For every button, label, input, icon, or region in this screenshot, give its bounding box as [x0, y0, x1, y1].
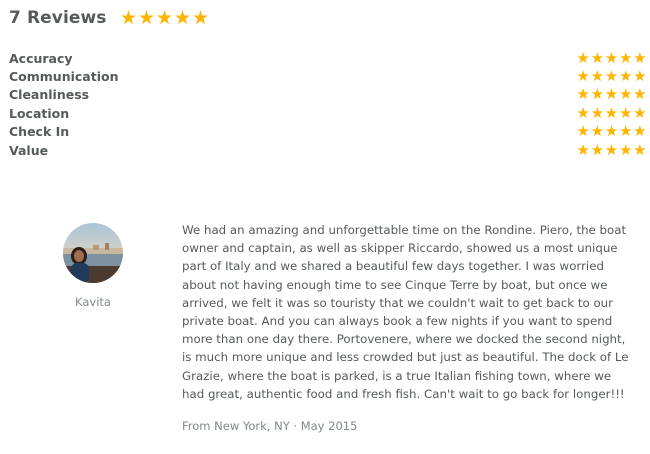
star-icon: ★: [618, 140, 633, 159]
star-icon: ★: [576, 85, 590, 104]
category-row-accuracy: Accuracy ★ ★ ★ ★ ★: [9, 49, 647, 67]
star-icon: ★: [138, 6, 156, 29]
star-icon: ★: [633, 103, 647, 122]
star-icon: ★: [618, 103, 633, 122]
avatar[interactable]: [63, 223, 123, 283]
category-label: Accuracy: [9, 50, 73, 66]
star-icon: ★: [156, 6, 174, 29]
star-icon: ★: [120, 6, 138, 29]
avatar-photo: [63, 223, 123, 283]
category-label: Communication: [9, 69, 119, 85]
star-icon: ★: [604, 85, 619, 104]
category-row-check-in: Check In ★ ★ ★ ★ ★: [9, 123, 647, 141]
star-icon: ★: [633, 48, 647, 67]
category-label: Cleanliness: [9, 87, 90, 103]
star-icon: ★: [633, 85, 647, 104]
category-rating-stars: ★ ★ ★ ★ ★: [576, 48, 647, 67]
category-rating-stars: ★ ★ ★ ★ ★: [576, 103, 647, 122]
star-icon: ★: [633, 67, 647, 86]
category-rating-stars: ★ ★ ★ ★ ★: [576, 124, 647, 139]
category-label: Check In: [9, 124, 70, 140]
category-rating-stars: ★ ★ ★ ★ ★: [576, 140, 647, 159]
star-icon: ★: [604, 67, 619, 86]
star-icon: ★: [604, 48, 619, 67]
overall-rating-stars: ★ ★ ★ ★ ★: [120, 6, 210, 29]
star-icon: ★: [576, 140, 590, 159]
review-item: Kavita We had an amazing and unforgettab…: [0, 220, 650, 450]
star-icon: ★: [174, 6, 192, 29]
category-row-location: Location ★ ★ ★ ★ ★: [9, 104, 647, 122]
star-icon: ★: [604, 140, 619, 159]
reviews-count-title: 7 Reviews: [9, 8, 107, 28]
review-text: We had an amazing and unforgettable time…: [182, 223, 629, 401]
star-icon: ★: [618, 85, 633, 104]
category-row-communication: Communication ★ ★ ★ ★ ★: [9, 67, 647, 85]
star-icon: ★: [618, 48, 633, 67]
star-icon: ★: [618, 67, 633, 86]
star-icon: ★: [590, 85, 605, 104]
star-icon: ★: [590, 67, 605, 86]
category-ratings: Accuracy ★ ★ ★ ★ ★ Communication ★ ★ ★ ★ ★ Clean…: [9, 49, 647, 159]
star-icon: ★: [604, 103, 619, 122]
category-rating-stars: ★ ★ ★ ★ ★: [576, 69, 647, 84]
star-icon: ★: [590, 103, 605, 122]
star-icon: ★: [604, 122, 619, 141]
reviewer-name[interactable]: Kavita: [63, 295, 123, 309]
category-row-value: Value ★ ★ ★ ★ ★: [9, 141, 647, 159]
category-label: Value: [9, 142, 49, 158]
star-icon: ★: [576, 103, 590, 122]
star-icon: ★: [576, 67, 590, 86]
category-rating-stars: ★ ★ ★ ★ ★: [576, 87, 647, 102]
category-label: Location: [9, 105, 70, 121]
star-icon: ★: [576, 122, 590, 141]
star-icon: ★: [192, 6, 210, 29]
star-icon: ★: [590, 122, 605, 141]
category-row-cleanliness: Cleanliness ★ ★ ★ ★ ★: [9, 86, 647, 104]
star-icon: ★: [633, 122, 647, 141]
star-icon: ★: [618, 122, 633, 141]
star-icon: ★: [590, 48, 605, 67]
review-location-date: From New York, NY · May 2015: [182, 419, 358, 433]
star-icon: ★: [576, 48, 590, 67]
reviews-header: 7 Reviews ★ ★ ★ ★ ★: [9, 6, 210, 30]
star-icon: ★: [633, 140, 647, 159]
star-icon: ★: [590, 140, 605, 159]
